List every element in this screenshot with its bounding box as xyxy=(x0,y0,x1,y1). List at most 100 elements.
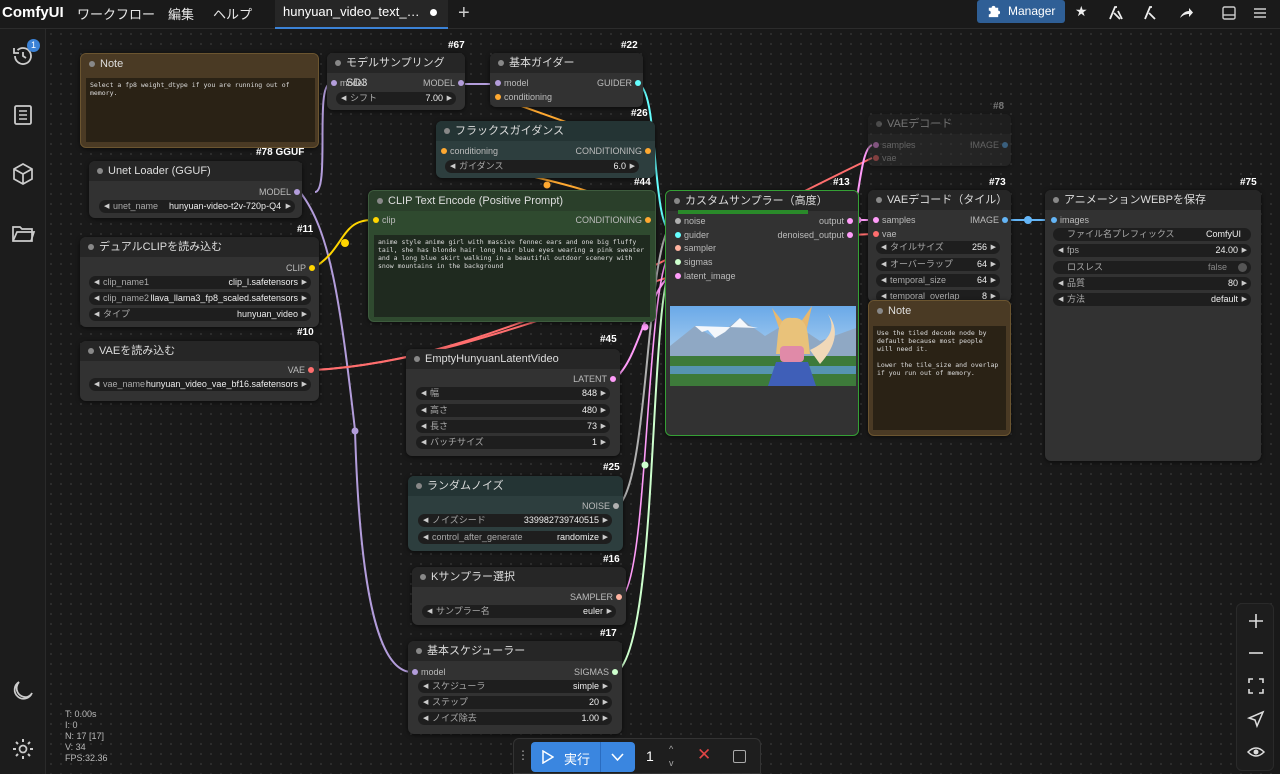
node-library-icon[interactable] xyxy=(10,102,36,128)
basic-scheduler-node[interactable]: 基本スケジューラー model SIGMAS ◀ スケジューラ simple ▶ ◀ ス… xyxy=(408,641,622,734)
output-sigmas[interactable]: SIGMAS xyxy=(549,665,618,679)
input-samples[interactable]: samples xyxy=(873,213,942,227)
output-image[interactable]: IMAGE xyxy=(939,213,1008,227)
clip-name1-widget[interactable]: ◀ clip_name1 clip_l.safetensors ▶ xyxy=(89,276,311,289)
input-guider[interactable]: guider xyxy=(675,228,744,242)
tab-workflow[interactable]: hunyuan_video_text_… xyxy=(275,0,448,29)
quality-widget[interactable]: ◀ 品質 80 ▶ xyxy=(1053,277,1251,290)
input-sampler[interactable]: sampler xyxy=(675,241,744,255)
note-node-2[interactable]: Note Use the tiled decode node by defaul… xyxy=(868,300,1011,436)
batch-stepper[interactable]: ^ v xyxy=(669,742,674,770)
ksampler-select-node[interactable]: Kサンプラー選択 SAMPLER ◀ サンプラー名 euler ▶ xyxy=(412,567,626,625)
output-conditioning[interactable]: CONDITIONING xyxy=(552,144,651,158)
noise-seed-widget[interactable]: ◀ ノイズシード 339982739740515 ▶ xyxy=(418,514,612,527)
manager-button[interactable]: Manager xyxy=(977,0,1065,23)
model-alt-icon[interactable] xyxy=(1143,5,1159,21)
fps-widget[interactable]: ◀ fps 24.00 ▶ xyxy=(1053,244,1251,257)
lossless-toggle[interactable]: ロスレス false xyxy=(1053,261,1251,274)
menu-edit[interactable]: 編集 xyxy=(168,4,194,23)
dual-clip-loader-node[interactable]: デュアルCLIPを読み込む CLIP ◀ clip_name1 clip_l.saf… xyxy=(80,237,319,327)
prompt-textarea[interactable]: anime style anime girl with massive fenn… xyxy=(374,235,650,317)
note-node[interactable]: Note Select a fp8 weight_dtype if you ar… xyxy=(80,53,319,148)
shift-widget[interactable]: ◀ シフト 7.00 ▶ xyxy=(336,92,456,105)
filename-prefix-widget[interactable]: ファイル名プレフィックス ComfyUI xyxy=(1053,228,1251,241)
vae-loader-node[interactable]: VAEを読み込む VAE ◀ vae_name hunyuan_video_vae_… xyxy=(80,341,319,401)
output-image[interactable]: IMAGE xyxy=(939,138,1008,152)
vae-name-widget[interactable]: ◀ vae_name hunyuan_video_vae_bf16.safetens… xyxy=(89,378,311,391)
height-widget[interactable]: ◀ 高さ 480 ▶ xyxy=(416,404,610,417)
input-model[interactable]: model xyxy=(495,76,564,90)
input-images[interactable]: images xyxy=(1051,213,1120,227)
input-conditioning[interactable]: conditioning xyxy=(441,144,530,158)
node-title[interactable]: デュアルCLIPを読み込む xyxy=(80,237,319,257)
menu-help[interactable]: ヘルプ xyxy=(213,4,252,23)
share-icon[interactable] xyxy=(1178,5,1194,21)
input-conditioning[interactable]: conditioning xyxy=(495,90,584,104)
output-model[interactable]: MODEL xyxy=(395,76,464,90)
batch-size-widget[interactable]: ◀ バッチサイズ 1 ▶ xyxy=(416,436,610,449)
width-widget[interactable]: ◀ 幅 848 ▶ xyxy=(416,387,610,400)
fit-view-icon[interactable] xyxy=(1246,676,1266,696)
node-title[interactable]: VAEデコード xyxy=(868,114,1011,134)
settings-gear-icon[interactable] xyxy=(10,736,36,762)
zoom-in-icon[interactable] xyxy=(1246,611,1266,631)
workflows-folder-icon[interactable] xyxy=(10,220,36,246)
dark-mode-moon-icon[interactable] xyxy=(10,677,36,703)
empty-hunyuan-latent-video-node[interactable]: EmptyHunyuanLatentVideo LATENT ◀ 幅 848 ▶ ◀ 高… xyxy=(406,349,620,456)
zoom-out-icon[interactable] xyxy=(1246,643,1266,663)
input-sigmas[interactable]: sigmas xyxy=(675,255,744,269)
panel-toggle-icon[interactable] xyxy=(1221,5,1237,21)
basic-guider-node[interactable]: 基本ガイダー model conditioning GUIDER xyxy=(490,53,643,107)
sampler-name-widget[interactable]: ◀ サンプラー名 euler ▶ xyxy=(422,605,616,618)
control-after-generate-widget[interactable]: ◀ control_after_generate randomize ▶ xyxy=(418,531,612,544)
unet-name-widget[interactable]: ◀ unet_name hunyuan-video-t2v-720p-Q4... ▶ xyxy=(99,200,295,213)
denoise-widget[interactable]: ◀ ノイズ除去 1.00 ▶ xyxy=(418,712,612,725)
node-title[interactable]: ランダムノイズ xyxy=(408,476,623,496)
tile-size-widget[interactable]: ◀ タイルサイズ 256 ▶ xyxy=(876,241,1000,254)
node-title[interactable]: Unet Loader (GGUF) xyxy=(89,161,302,181)
vae-decode-tiled-node[interactable]: VAEデコード（タイル） samples vae IMAGE ◀ タイルサイズ 25… xyxy=(868,190,1011,302)
node-title[interactable]: フラックスガイダンス xyxy=(436,121,655,141)
output-vae[interactable]: VAE xyxy=(245,363,314,377)
node-title[interactable]: カスタムサンプラー（高度） xyxy=(666,191,858,211)
star-icon[interactable]: ★ xyxy=(1075,3,1088,20)
clip-name2-widget[interactable]: ◀ clip_name2 llava_llama3_fp8_scaled.safet… xyxy=(89,292,311,305)
cancel-icon[interactable]: ✕ xyxy=(697,745,711,765)
vae-decode-bypassed-node[interactable]: VAEデコード samples vae IMAGE xyxy=(868,114,1011,166)
input-model[interactable]: model xyxy=(412,665,481,679)
model-sampling-sd3-node[interactable]: モデルサンプリングSD3 model MODEL ◀ シフト 7.00 ▶ xyxy=(327,53,465,110)
input-model[interactable]: model xyxy=(331,76,400,90)
menu-workflow[interactable]: ワークフロー xyxy=(77,4,155,23)
hamburger-menu-icon[interactable] xyxy=(1252,5,1268,21)
chevron-down-icon[interactable] xyxy=(611,752,624,762)
output-denoised[interactable]: denoised_output xyxy=(754,228,853,242)
node-title[interactable]: モデルサンプリングSD3 xyxy=(327,53,465,89)
input-noise[interactable]: noise xyxy=(675,214,744,228)
length-widget[interactable]: ◀ 長さ 73 ▶ xyxy=(416,420,610,433)
input-vae[interactable]: vae xyxy=(873,227,942,241)
output-sampler[interactable]: SAMPLER xyxy=(553,590,622,604)
output-clip[interactable]: CLIP xyxy=(246,261,315,275)
node-title[interactable]: VAEを読み込む xyxy=(80,341,319,361)
output-latent[interactable]: LATENT xyxy=(547,372,616,386)
toggle-links-eye-icon[interactable] xyxy=(1246,742,1266,762)
note-text[interactable]: Select a fp8 weight_dtype if you are run… xyxy=(86,78,315,142)
guidance-widget[interactable]: ◀ ガイダンス 6.0 ▶ xyxy=(445,160,639,173)
note-text[interactable]: Use the tiled decode node by default bec… xyxy=(873,326,1006,430)
scheduler-widget[interactable]: ◀ スケジューラ simple ▶ xyxy=(418,680,612,693)
select-pointer-icon[interactable] xyxy=(1246,709,1266,729)
output-model[interactable]: MODEL xyxy=(231,185,300,199)
unsaved-dot-icon[interactable] xyxy=(430,9,437,16)
input-clip[interactable]: clip xyxy=(373,213,442,227)
save-animated-webp-node[interactable]: アニメーションWEBPを保存 images ファイル名プレフィックス ComfyU… xyxy=(1045,190,1261,461)
flux-guidance-node[interactable]: フラックスガイダンス conditioning CONDITIONING ◀ ガイ… xyxy=(436,121,655,178)
model-library-icon[interactable] xyxy=(10,161,36,187)
node-title[interactable]: Note xyxy=(869,301,1010,321)
temporal-size-widget[interactable]: ◀ temporal_size 64 ▶ xyxy=(876,274,1000,287)
node-title[interactable]: 基本ガイダー xyxy=(490,53,643,73)
type-widget[interactable]: ◀ タイプ hunyuan_video ▶ xyxy=(89,308,311,321)
stop-icon[interactable] xyxy=(733,750,746,763)
output-output[interactable]: output xyxy=(784,214,853,228)
random-noise-node[interactable]: ランダムノイズ NOISE ◀ ノイズシード 339982739740515 ▶ ◀ c… xyxy=(408,476,623,551)
clip-text-encode-node[interactable]: CLIP Text Encode (Positive Prompt) clip … xyxy=(368,190,656,322)
